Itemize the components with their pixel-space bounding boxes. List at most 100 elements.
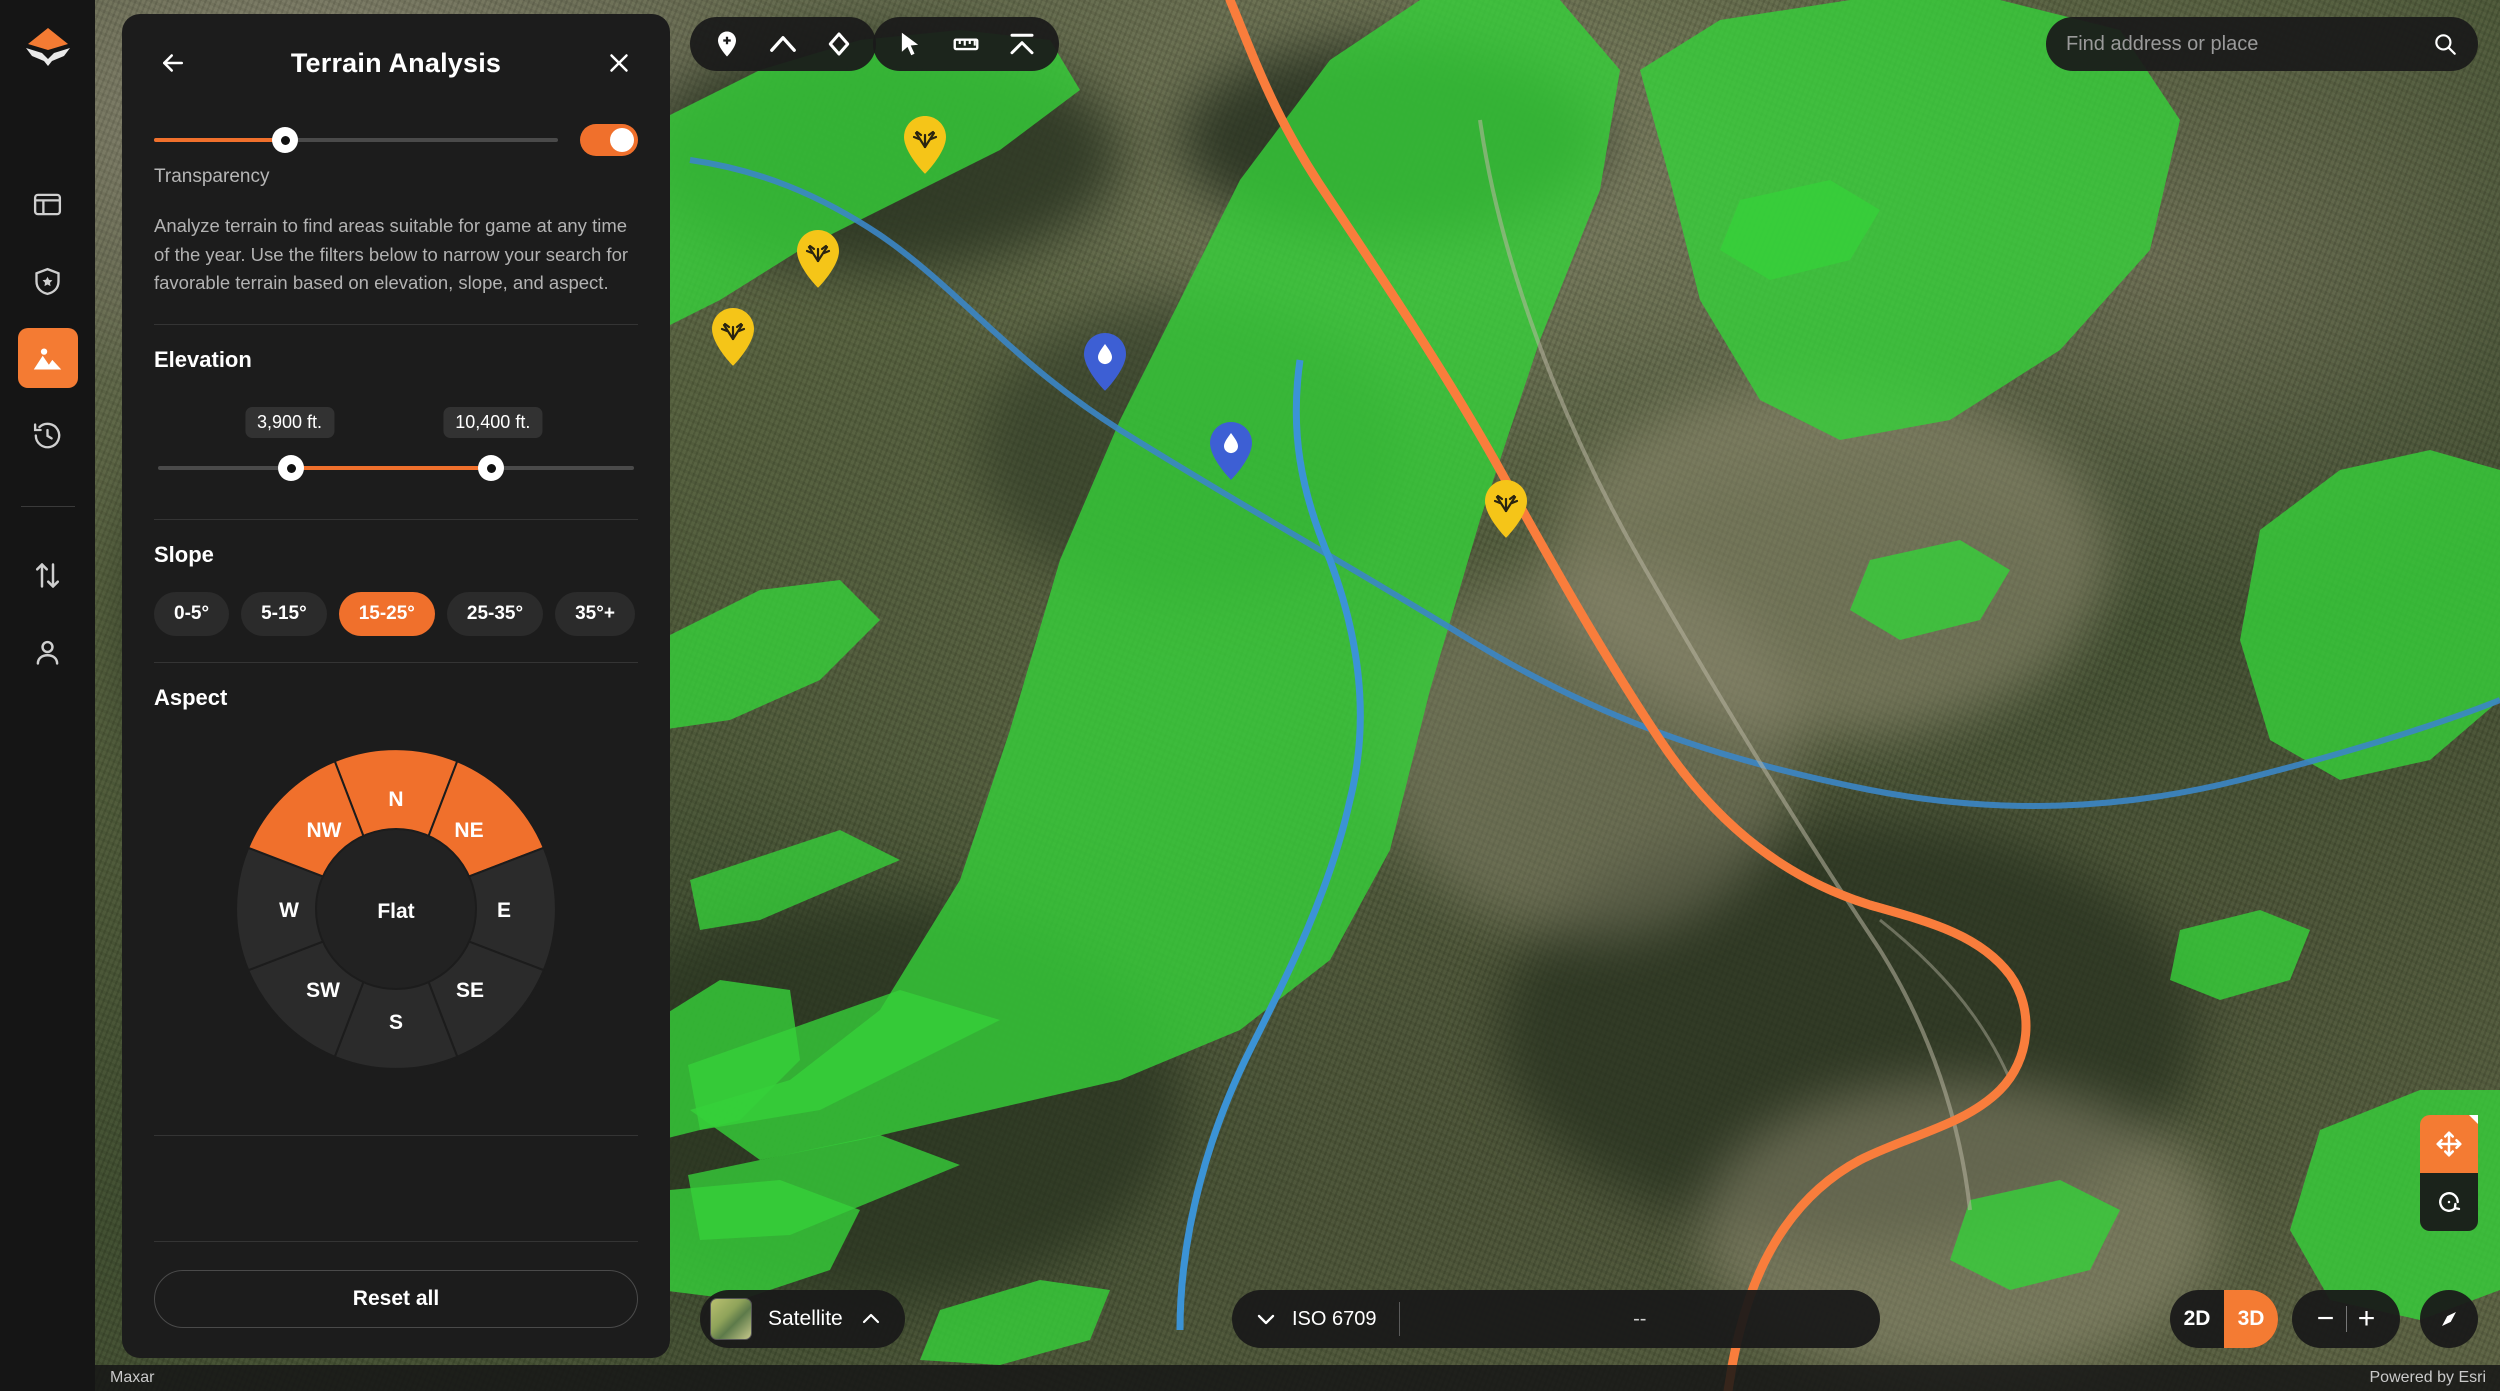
back-arrow-icon	[163, 54, 183, 72]
compass-needle-icon	[2442, 1312, 2456, 1326]
wheat-icon	[797, 230, 839, 288]
measure-tool-button[interactable]	[943, 21, 989, 67]
slope-options: 0-5° 5-15° 15-25° 25-35° 35°+	[154, 592, 638, 637]
sidebar-divider	[20, 506, 75, 507]
aspect-rose: N NE E SE S SW W NW Flat	[235, 748, 557, 1070]
sidebar-item-terrain[interactable]	[17, 328, 78, 388]
rotate-icon	[2439, 1192, 2461, 1212]
compass-button[interactable]	[2420, 1290, 2478, 1348]
chevron-up-icon[interactable]	[859, 1307, 883, 1331]
wheat-icon	[1485, 480, 1527, 538]
chevron-down-icon[interactable]	[1254, 1307, 1278, 1331]
layers-icon	[33, 193, 62, 215]
aspect-label-s: S	[389, 1011, 403, 1034]
wheat-icon	[904, 116, 946, 174]
divider	[154, 662, 638, 664]
map-shadow	[1180, 40, 1600, 240]
slope-chip-5-15[interactable]: 5-15°	[241, 592, 327, 637]
zoom-in-button[interactable]: +	[2347, 1290, 2387, 1348]
cursor-arrow-icon	[901, 32, 919, 56]
select-tool-button[interactable]	[887, 21, 933, 67]
search-icon[interactable]	[2432, 31, 2458, 57]
sidebar-item-account[interactable]	[18, 622, 78, 682]
attribution-source: Maxar	[110, 1369, 155, 1386]
polygon-icon	[828, 32, 850, 56]
wheat-icon	[712, 308, 754, 366]
onx-mountain-logo	[25, 28, 70, 66]
terrain-layer-toggle[interactable]	[580, 124, 638, 156]
map-marker-water[interactable]	[1208, 421, 1254, 481]
history-clock-icon	[33, 422, 61, 448]
basemap-selector[interactable]: Satellite	[700, 1290, 905, 1348]
panel-header: Terrain Analysis	[122, 14, 670, 96]
aspect-label-e: E	[497, 899, 511, 922]
elevation-min-handle[interactable]	[278, 455, 305, 482]
transparency-slider-handle[interactable]	[272, 127, 299, 153]
add-area-button[interactable]	[816, 21, 862, 67]
basemap-label: Satellite	[768, 1307, 843, 1330]
coordinate-readout-bar: ISO 6709 --	[1232, 1290, 1880, 1348]
map-marker-forage[interactable]	[710, 307, 756, 367]
view-mode-2d[interactable]: 2D	[2170, 1290, 2224, 1348]
elevation-max-bubble: 10,400 ft.	[443, 407, 543, 439]
app-logo[interactable]	[20, 22, 76, 78]
map-marker-forage[interactable]	[795, 229, 841, 289]
zoom-out-button[interactable]: −	[2306, 1290, 2346, 1348]
add-line-button[interactable]	[760, 21, 806, 67]
aspect-label-ne: NE	[454, 819, 483, 842]
aspect-label-flat: Flat	[377, 900, 414, 923]
line-path-icon	[770, 36, 796, 52]
aspect-label-n: N	[388, 788, 403, 811]
transparency-slider[interactable]	[154, 127, 558, 153]
sidebar-item-history[interactable]	[18, 405, 78, 465]
map-highlight	[1380, 560, 1800, 940]
draw-toolbar	[690, 17, 876, 71]
slope-chip-25-35[interactable]: 25-35°	[446, 592, 544, 637]
attribution-provider: Powered by Esri	[2369, 1369, 2487, 1386]
view-mode-toggle: 2D 3D	[2170, 1290, 2278, 1348]
elevation-profile-button[interactable]	[999, 21, 1045, 67]
elevation-max-handle[interactable]	[478, 455, 505, 482]
map-marker-forage[interactable]	[902, 115, 948, 175]
map-attribution: Maxar Powered by Esri	[0, 1365, 2500, 1391]
divider	[154, 1135, 638, 1137]
reset-all-button[interactable]: Reset all	[154, 1270, 638, 1328]
sidebar-item-transfer[interactable]	[18, 545, 78, 605]
pan-move-icon	[2436, 1131, 2462, 1157]
add-waypoint-button[interactable]	[704, 21, 750, 67]
panel-body: Transparency Analyze terrain to find are…	[122, 96, 670, 1215]
pan-mode-button[interactable]	[2420, 1115, 2478, 1173]
basemap-thumbnail	[710, 1298, 752, 1340]
map-marker-forage[interactable]	[1483, 479, 1529, 539]
slope-chip-35-plus[interactable]: 35°+	[555, 592, 635, 637]
page-title: Terrain Analysis	[290, 47, 502, 78]
zoom-control: − +	[2292, 1290, 2400, 1348]
mountain-icon	[33, 347, 62, 369]
ruler-icon	[953, 38, 979, 51]
rotate-mode-button[interactable]	[2420, 1173, 2478, 1231]
sidebar-item-layers[interactable]	[18, 174, 78, 234]
slope-chip-0-5[interactable]: 0-5°	[154, 592, 230, 637]
map-tools-toolbar	[873, 17, 1059, 71]
transparency-row	[154, 124, 638, 156]
search-input[interactable]	[2066, 32, 2432, 56]
back-button[interactable]	[154, 44, 192, 82]
close-button[interactable]	[600, 44, 638, 82]
sidebar-item-offline[interactable]	[18, 251, 78, 311]
search-bar[interactable]	[2046, 17, 2478, 71]
elevation-profile-icon	[1010, 33, 1034, 55]
left-sidebar	[0, 0, 95, 1391]
elevation-value-bubbles: 3,900 ft. 10,400 ft.	[154, 407, 638, 441]
aspect-label-w: W	[279, 899, 299, 922]
aspect-label-nw: NW	[307, 819, 342, 842]
aspect-label-se: SE	[456, 979, 484, 1002]
map-marker-water[interactable]	[1082, 332, 1128, 392]
coordinate-format-selector[interactable]: ISO 6709	[1232, 1307, 1377, 1331]
elevation-min-bubble: 3,900 ft.	[244, 407, 335, 439]
shield-star-icon	[35, 267, 60, 295]
slope-chip-15-25[interactable]: 15-25°	[338, 592, 435, 637]
transfer-arrows-icon	[35, 562, 60, 588]
water-drop-icon	[1084, 333, 1126, 391]
elevation-range-slider[interactable]: 3,900 ft. 10,400 ft.	[154, 407, 638, 493]
close-icon	[610, 54, 628, 72]
